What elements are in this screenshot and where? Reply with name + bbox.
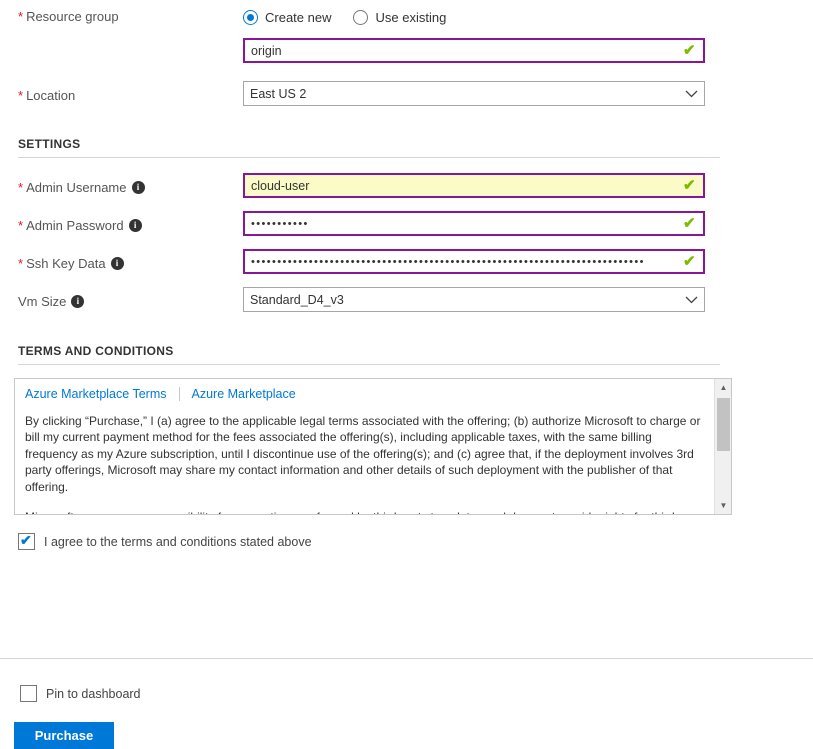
resource-group-label: * Resource group xyxy=(18,2,119,32)
vm-size-label: Vm Size i xyxy=(18,287,85,317)
agree-terms-row[interactable]: I agree to the terms and conditions stat… xyxy=(18,532,312,550)
scroll-down-icon[interactable]: ▼ xyxy=(715,497,731,514)
purchase-button[interactable]: Purchase xyxy=(14,722,114,749)
vm-size-value: Standard_D4_v3 xyxy=(250,292,344,307)
radio-use-existing-label: Use existing xyxy=(375,9,447,25)
required-asterisk: * xyxy=(18,256,24,271)
vm-size-dropdown[interactable]: Standard_D4_v3 xyxy=(243,287,705,312)
required-asterisk: * xyxy=(18,9,24,24)
required-asterisk: * xyxy=(18,218,24,233)
terms-section-header: TERMS AND CONDITIONS xyxy=(18,344,174,358)
terms-paragraph-1: By clicking “Purchase,” I (a) agree to t… xyxy=(25,414,701,494)
location-row: * Location East US 2 xyxy=(0,81,813,111)
info-icon[interactable]: i xyxy=(131,181,145,195)
valid-check-icon: ✔ xyxy=(683,214,696,232)
agree-terms-label: I agree to the terms and conditions stat… xyxy=(44,534,312,549)
terms-and-conditions-box[interactable]: Azure Marketplace Terms Azure Marketplac… xyxy=(14,378,732,515)
pin-to-dashboard-label: Pin to dashboard xyxy=(46,686,141,701)
radio-create-new-indicator[interactable] xyxy=(243,9,258,25)
terms-divider xyxy=(18,364,720,365)
terms-paragraph-2: Microsoft assumes no responsibility for … xyxy=(25,509,704,514)
pin-to-dashboard-checkbox[interactable] xyxy=(20,685,37,702)
valid-check-icon: ✔ xyxy=(683,176,696,194)
location-label-text: Location xyxy=(26,88,76,103)
ssh-key-data-value: ••••••••••••••••••••••••••••••••••••••••… xyxy=(251,255,645,268)
agree-terms-checkbox[interactable] xyxy=(18,532,35,550)
location-dropdown[interactable]: East US 2 xyxy=(243,81,705,106)
info-icon[interactable]: i xyxy=(110,257,124,271)
admin-username-label-text: Admin Username xyxy=(26,180,127,195)
terms-links: Azure Marketplace Terms Azure Marketplac… xyxy=(25,387,704,401)
location-value: East US 2 xyxy=(250,86,307,101)
info-icon[interactable]: i xyxy=(71,295,85,309)
terms-scrollbar[interactable]: ▲ ▼ xyxy=(714,379,731,514)
ssh-key-data-label-text: Ssh Key Data xyxy=(26,256,106,271)
resource-group-radio-group: Create new Use existing xyxy=(243,2,468,32)
location-label: * Location xyxy=(18,81,75,111)
resource-group-label-text: Resource group xyxy=(26,9,119,24)
footer-divider xyxy=(0,658,813,659)
admin-username-value: cloud-user xyxy=(251,178,310,193)
info-icon[interactable]: i xyxy=(128,219,142,233)
azure-create-vm-form: * Resource group Create new Use existing … xyxy=(0,0,813,749)
radio-use-existing[interactable]: Use existing xyxy=(353,9,447,25)
valid-check-icon: ✔ xyxy=(683,41,696,59)
admin-password-label: * Admin Password i xyxy=(18,211,142,241)
scrollbar-thumb[interactable] xyxy=(717,398,730,451)
admin-username-label: * Admin Username i xyxy=(18,173,145,203)
ssh-key-data-row: * Ssh Key Data i •••••••••••••••••••••••••… xyxy=(0,249,813,279)
scroll-up-icon[interactable]: ▲ xyxy=(715,379,731,396)
radio-create-new-label: Create new xyxy=(265,9,332,25)
required-asterisk: * xyxy=(18,88,24,103)
link-separator xyxy=(178,387,180,401)
vm-size-row: Vm Size i Standard_D4_v3 xyxy=(0,287,813,317)
radio-use-existing-indicator[interactable] xyxy=(353,9,369,25)
required-asterisk: * xyxy=(18,180,24,195)
settings-divider xyxy=(18,157,720,158)
admin-username-input[interactable]: cloud-user ✔ xyxy=(243,173,705,198)
vm-size-label-text: Vm Size xyxy=(18,294,67,309)
chevron-down-icon xyxy=(685,90,698,97)
valid-check-icon: ✔ xyxy=(683,252,696,270)
radio-create-new[interactable]: Create new xyxy=(243,9,332,25)
admin-username-row: * Admin Username i cloud-user ✔ xyxy=(0,173,813,203)
pin-to-dashboard-row[interactable]: Pin to dashboard xyxy=(20,685,141,702)
admin-password-row: * Admin Password i ••••••••••• ✔ xyxy=(0,211,813,241)
ssh-key-data-input[interactable]: ••••••••••••••••••••••••••••••••••••••••… xyxy=(243,249,705,274)
admin-password-input[interactable]: ••••••••••• ✔ xyxy=(243,211,705,236)
admin-password-value: ••••••••••• xyxy=(251,217,309,230)
link-azure-marketplace-terms[interactable]: Azure Marketplace Terms xyxy=(25,387,167,401)
admin-password-label-text: Admin Password xyxy=(26,218,124,233)
resource-group-name-value: origin xyxy=(251,43,282,58)
link-azure-marketplace[interactable]: Azure Marketplace xyxy=(192,387,296,401)
chevron-down-icon xyxy=(685,296,698,303)
resource-group-row: * Resource group Create new Use existing xyxy=(0,2,813,32)
ssh-key-data-label: * Ssh Key Data i xyxy=(18,249,124,279)
resource-group-name-input[interactable]: origin ✔ xyxy=(243,38,705,63)
terms-content: Azure Marketplace Terms Azure Marketplac… xyxy=(15,379,714,514)
resource-group-name-row: origin ✔ xyxy=(0,38,813,68)
settings-section-header: SETTINGS xyxy=(18,137,81,151)
